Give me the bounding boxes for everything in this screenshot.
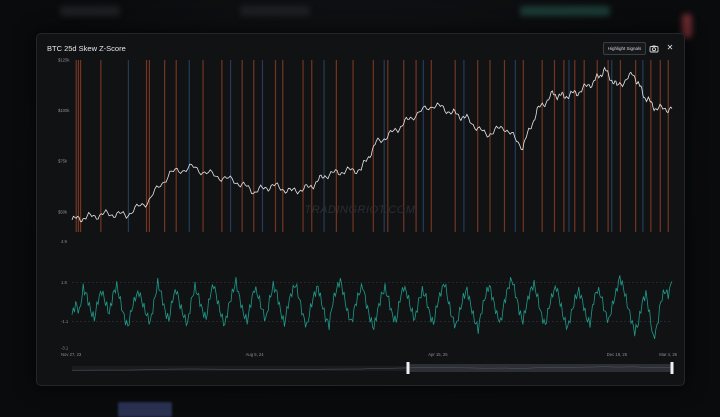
price-tick-label: $125k: [58, 58, 70, 63]
signal-band-blue: [261, 60, 264, 232]
zscore-tick-label: 1.8: [61, 280, 67, 285]
signal-band-red: [659, 60, 661, 232]
x-tick-label: Nov 27, 23: [61, 352, 82, 357]
zscore-tick-label: -1.1: [61, 319, 69, 324]
signal-band-red: [253, 60, 255, 232]
signal-band-red: [667, 60, 669, 232]
signal-band-red: [563, 60, 565, 232]
signal-band-red: [596, 60, 598, 232]
price-tick-label: $100k: [58, 108, 70, 113]
zscore-tick-label: -3.1: [61, 346, 69, 351]
x-tick-label: Dec 18, 25: [607, 352, 628, 357]
signal-band-red: [241, 60, 243, 232]
signal-band-red: [430, 60, 432, 232]
signal-band-red: [415, 60, 417, 232]
signal-band-red: [100, 60, 102, 232]
navigator-selection[interactable]: [408, 364, 672, 372]
signal-band-blue: [642, 60, 644, 232]
signal-band-red: [221, 60, 223, 232]
x-tick-label: Aug 5, 24: [246, 352, 265, 357]
signal-band-blue: [514, 60, 516, 232]
price-series-line: [71, 66, 673, 223]
navigator-right-handle[interactable]: [670, 362, 674, 374]
signal-band-red: [553, 60, 556, 232]
signal-band-red: [79, 60, 82, 232]
signal-band-red: [619, 60, 622, 232]
signal-band-red: [650, 60, 652, 232]
watermark: TRADINGRIOT.COM: [305, 204, 416, 216]
price-axis: $50k $75k $100k $125k: [58, 58, 70, 215]
signal-band-blue: [229, 60, 232, 232]
signal-band-red: [202, 60, 204, 232]
zscore-axis: 4.9 1.8 -1.1 -3.1: [61, 239, 672, 351]
signal-band-blue: [463, 60, 465, 232]
signal-band-blue: [422, 60, 424, 232]
x-tick-label: Apr 15, 25: [428, 352, 448, 357]
signal-band-red: [148, 60, 151, 232]
signal-band-red: [77, 60, 79, 232]
zscore-series-line: [71, 275, 673, 339]
navigator-left-handle[interactable]: [406, 362, 410, 374]
signal-band-red: [282, 60, 284, 232]
signal-band-blue: [127, 60, 129, 232]
price-tick-label: $50k: [58, 209, 68, 214]
range-navigator[interactable]: [71, 362, 674, 374]
signal-band-blue: [611, 60, 613, 232]
chart-area: $50k $75k $100k $125k TRADINGRIOT.COM 4.9 1.…: [58, 58, 678, 374]
signal-band-red: [274, 60, 277, 232]
signal-band-red: [489, 60, 491, 232]
signal-band-red: [541, 60, 543, 232]
zscore-tick-label: 4.9: [61, 239, 67, 244]
signal-band-red: [75, 60, 77, 232]
signal-band-red: [454, 60, 456, 232]
signal-band-red: [607, 60, 609, 232]
signal-band-red: [477, 60, 479, 232]
signal-band-blue: [568, 60, 570, 232]
signal-band-red: [175, 60, 177, 232]
price-tick-label: $75k: [58, 159, 68, 164]
signal-band-red: [574, 60, 576, 232]
signal-band-red: [302, 60, 304, 232]
signal-band-red: [503, 60, 506, 232]
x-tick-label: Mar 4, 26: [659, 352, 677, 357]
signal-band-red: [164, 60, 166, 232]
signal-band-blue: [188, 60, 190, 232]
signal-band-red: [635, 60, 637, 232]
x-axis: Nov 27, 23 Aug 5, 24 Apr 15, 25 Dec 18, 25 M…: [61, 352, 678, 357]
